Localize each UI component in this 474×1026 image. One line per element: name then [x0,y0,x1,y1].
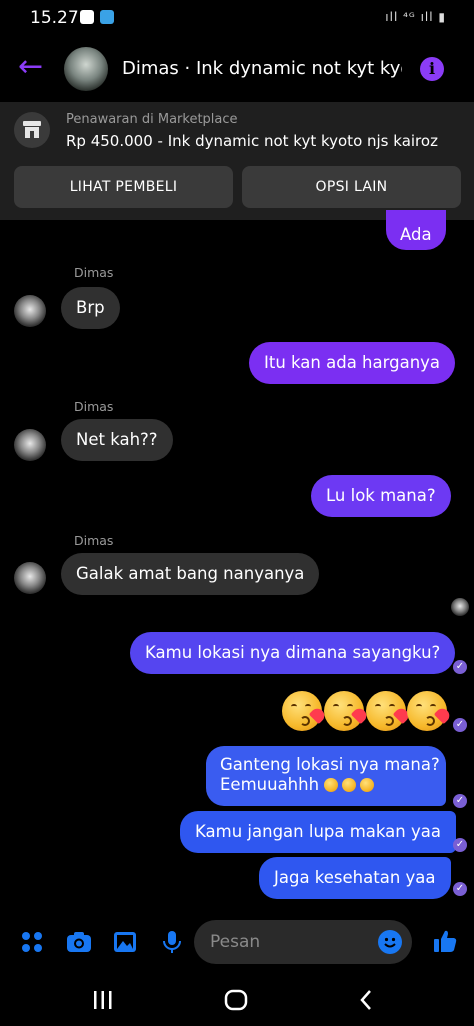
kiss-emoji[interactable] [407,691,453,731]
thumbs-up-icon[interactable] [432,928,458,954]
marketplace-item[interactable]: Rp 450.000 - Ink dynamic not kyt kyoto n… [66,132,438,150]
message-line: Ganteng lokasi nya mana? [220,755,440,774]
back-nav-icon[interactable] [358,989,374,1011]
sender-avatar [14,429,46,461]
outgoing-message[interactable]: Kamu lokasi nya dimana sayangku? [130,632,456,674]
marketplace-banner: Penawaran di Marketplace Rp 450.000 - In… [0,102,474,220]
system-nav-bar [0,974,474,1026]
incoming-message[interactable]: Galak amat bang nanyanya [61,553,320,595]
delivered-check-icon: ✓ [453,838,467,852]
recent-apps-icon[interactable] [92,990,114,1010]
delivered-check-icon: ✓ [453,718,467,732]
sender-name: Dimas [74,533,114,548]
view-buyers-button[interactable]: LIHAT PEMBELI [14,166,233,208]
kiss-emoji-small [342,778,357,792]
app-notification-icon [100,10,114,24]
menu-dots-icon[interactable] [20,930,44,954]
home-icon[interactable] [224,989,248,1011]
gallery-notification-icon [80,10,94,24]
other-options-button[interactable]: OPSI LAIN [242,166,461,208]
store-icon [14,112,50,148]
status-bar: 15.27 ıll ⁴ᴳ ıll ▮ [0,0,474,36]
outgoing-message[interactable]: Jaga kesehatan yaa [259,857,451,899]
outgoing-message-multiline[interactable]: Ganteng lokasi nya mana? Eemuuahhh [206,746,446,806]
image-icon[interactable] [113,930,137,954]
incoming-message[interactable]: Brp [61,287,120,329]
delivered-check-icon: ✓ [453,660,467,674]
outgoing-message[interactable]: Kamu jangan lupa makan yaa [180,811,456,853]
read-receipt-avatar [451,598,469,616]
kiss-emoji-small [324,778,339,792]
incoming-message[interactable]: Net kah?? [61,419,173,461]
sender-name: Dimas [74,399,114,414]
message-input-placeholder: Pesan [210,932,261,952]
sender-name: Dimas [74,265,114,280]
chat-header: ← Dimas · Ink dynamic not kyt kyoto... i [0,36,474,102]
message-line-2: Eemuuahhh [220,775,432,795]
sender-avatar [14,295,46,327]
kiss-emoji[interactable] [282,691,328,731]
marketplace-label: Penawaran di Marketplace [66,112,238,127]
delivered-check-icon: ✓ [453,794,467,808]
message-list[interactable]: Ada Dimas Brp Itu kan ada harganya Dimas… [0,210,474,910]
outgoing-message[interactable]: Lu lok mana? [311,475,451,517]
info-icon[interactable]: i [420,57,444,81]
kiss-emoji[interactable] [366,691,412,731]
status-time: 15.27 [30,8,79,28]
outgoing-message[interactable]: Itu kan ada harganya [249,342,456,384]
microphone-icon[interactable] [160,930,184,954]
emoji-icon[interactable] [378,930,402,954]
kiss-emoji[interactable] [324,691,370,731]
chat-title[interactable]: Dimas · Ink dynamic not kyt kyoto... [122,58,402,79]
sender-avatar [14,562,46,594]
delivered-check-icon: ✓ [453,882,467,896]
kiss-emoji-small [360,778,375,792]
outgoing-message[interactable]: Ada [386,210,446,250]
camera-icon[interactable] [66,930,92,954]
contact-avatar[interactable] [64,47,108,91]
signal-battery-icons: ıll ⁴ᴳ ıll ▮ [385,10,446,24]
message-input[interactable]: Pesan [194,920,412,964]
message-line-text: Eemuuahhh [220,775,320,794]
message-composer: Pesan [0,910,474,974]
back-arrow-icon[interactable]: ← [18,52,43,82]
